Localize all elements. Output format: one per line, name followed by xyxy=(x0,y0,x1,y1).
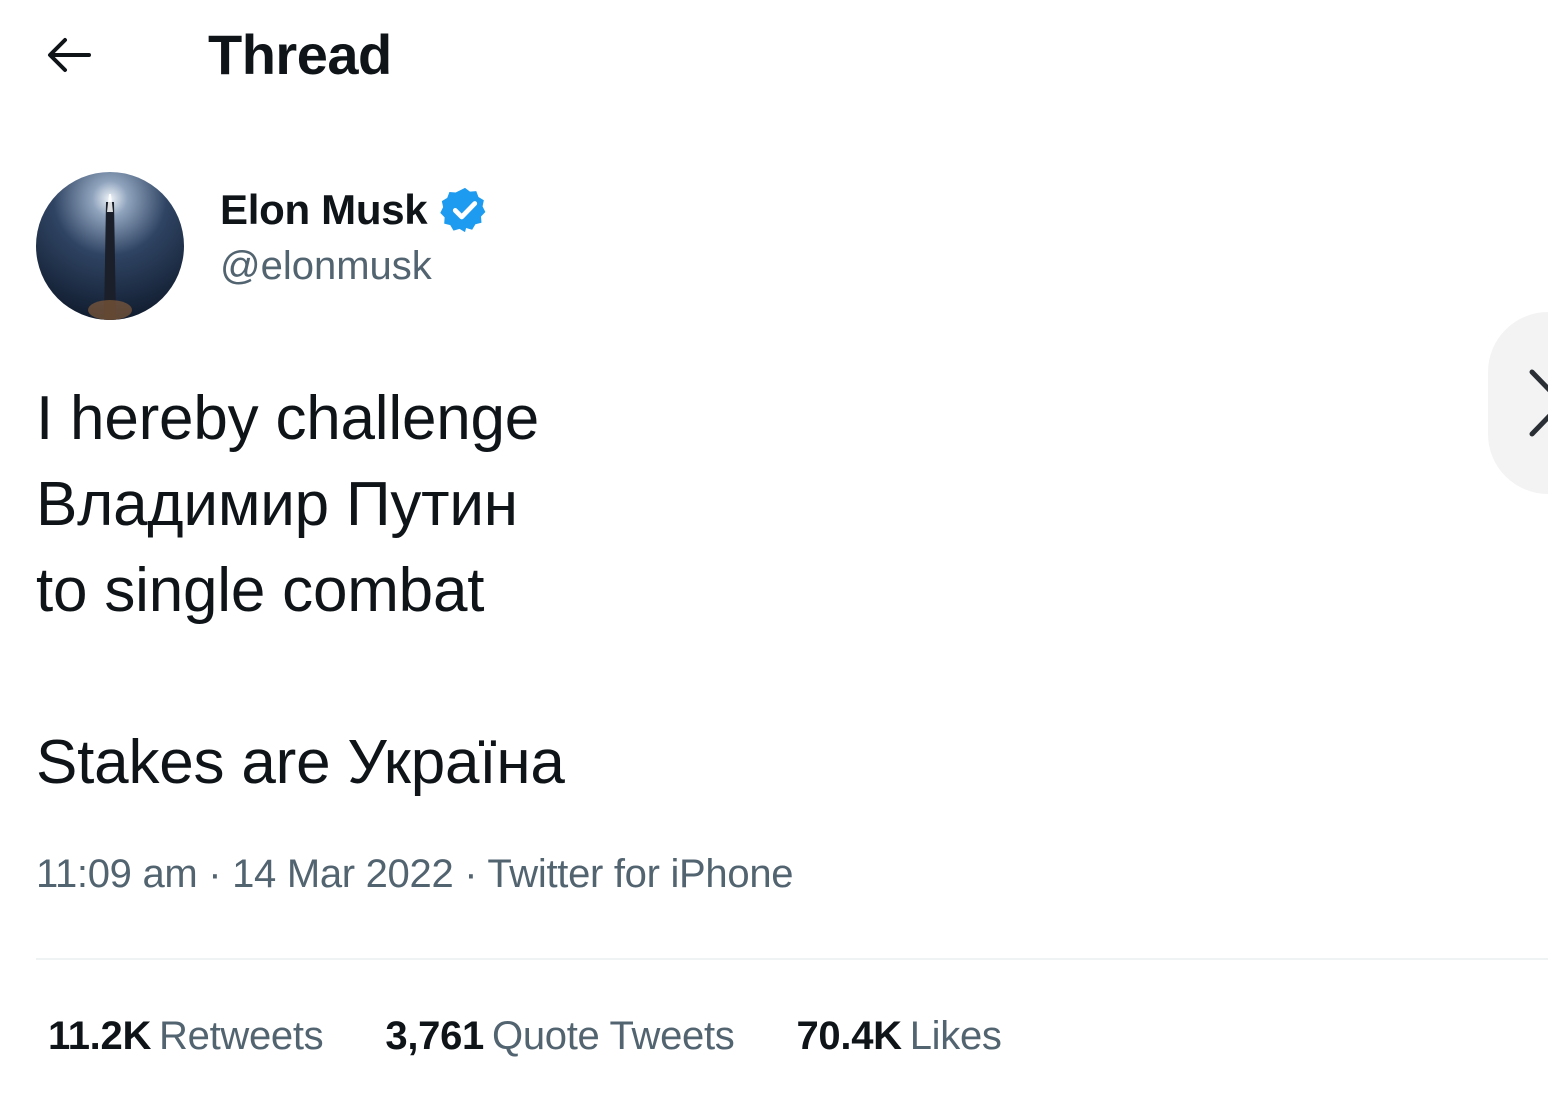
display-name[interactable]: Elon Musk xyxy=(220,186,428,234)
likes-label: Likes xyxy=(909,1014,1002,1058)
meta-separator: · xyxy=(464,852,478,896)
meta-separator: · xyxy=(208,852,222,896)
tweet-text-line xyxy=(36,634,565,720)
page-title: Thread xyxy=(208,23,392,86)
tweet-text-line: Владимир Путин xyxy=(36,470,518,539)
tweet-stats: 11.2K Retweets 3,761 Quote Tweets 70.4K Lik… xyxy=(48,1014,1064,1059)
retweets-count: 11.2K xyxy=(48,1014,152,1058)
verified-badge-icon xyxy=(440,187,486,233)
chevron-right-icon xyxy=(1529,369,1548,437)
likes-stat[interactable]: 70.4K Likes xyxy=(796,1014,1001,1059)
retweets-stat[interactable]: 11.2K Retweets xyxy=(48,1014,324,1059)
quote-tweets-label: Quote Tweets xyxy=(492,1014,735,1058)
author-handle[interactable]: @elonmusk xyxy=(220,244,432,289)
divider xyxy=(36,958,1548,960)
tweet-text-line: I hereby challenge xyxy=(36,384,540,453)
tweet-time[interactable]: 11:09 am xyxy=(36,852,198,896)
arrow-left-icon xyxy=(48,38,91,72)
tweet-date[interactable]: 14 Mar 2022 xyxy=(232,852,454,896)
next-button[interactable] xyxy=(1488,312,1548,494)
author-name-row: Elon Musk xyxy=(220,182,491,238)
quote-tweets-stat[interactable]: 3,761 Quote Tweets xyxy=(385,1014,734,1059)
likes-count: 70.4K xyxy=(796,1014,902,1058)
quote-tweets-count: 3,761 xyxy=(385,1014,484,1058)
thread-header: Thread xyxy=(0,0,1548,110)
tweet-meta: 11:09 am · 14 Mar 2022 · Twitter for iPh… xyxy=(36,852,794,897)
back-button[interactable] xyxy=(38,28,98,82)
tweet-source[interactable]: Twitter for iPhone xyxy=(487,852,793,896)
retweets-label: Retweets xyxy=(159,1014,324,1058)
avatar-image xyxy=(36,172,184,320)
tweet-text-line: Stakes are Україна xyxy=(36,728,565,797)
tweet-text: I hereby challenge Владимир Путин to sin… xyxy=(36,376,565,806)
tweet-text-line: to single combat xyxy=(36,556,485,625)
avatar[interactable] xyxy=(36,172,184,320)
